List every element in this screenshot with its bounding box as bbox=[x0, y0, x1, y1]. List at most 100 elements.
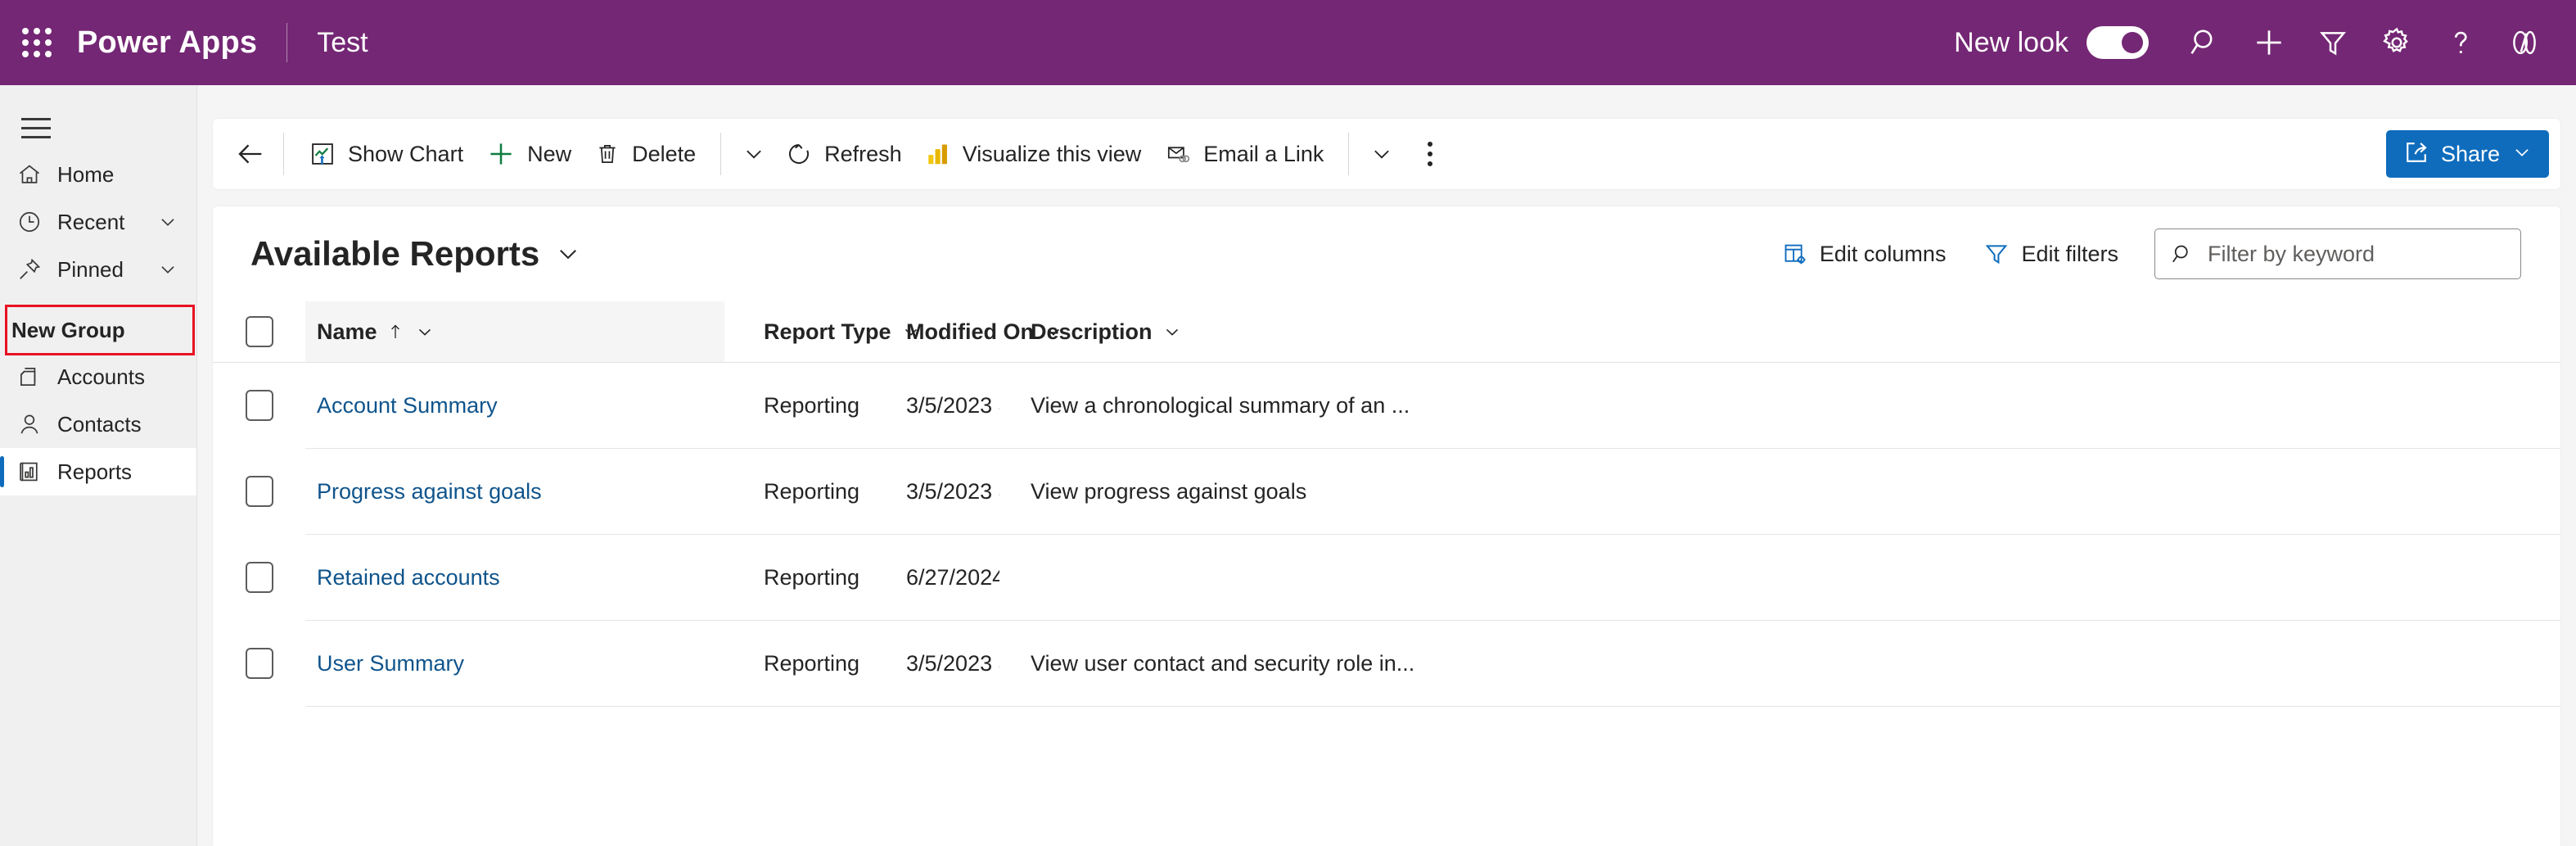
delete-chevron-down-icon[interactable] bbox=[734, 129, 774, 179]
contact-icon bbox=[11, 411, 47, 437]
delete-label: Delete bbox=[632, 142, 696, 167]
sidebar-item-label: Contacts bbox=[57, 412, 142, 437]
cell-description: View user contact and security role in..… bbox=[999, 621, 2560, 707]
command-bar: Show Chart New Delete bbox=[213, 119, 2560, 189]
report-name-link[interactable]: User Summary bbox=[317, 651, 464, 676]
search-input-wrapper[interactable] bbox=[2154, 228, 2521, 279]
sidebar: Home Recent Pinned New Group bbox=[0, 85, 197, 846]
delete-button[interactable]: Delete bbox=[583, 129, 707, 179]
column-header-name[interactable]: Name bbox=[305, 301, 724, 363]
chevron-down-icon[interactable] bbox=[157, 211, 178, 233]
row-checkbox[interactable] bbox=[246, 476, 273, 507]
chevron-down-icon[interactable] bbox=[554, 240, 582, 268]
column-header-description[interactable]: Description bbox=[999, 301, 2560, 363]
hamburger-menu-icon[interactable] bbox=[13, 105, 59, 151]
sidebar-item-home[interactable]: Home bbox=[0, 151, 196, 198]
cell-report-type: Reporting Se... bbox=[724, 363, 864, 449]
row-checkbox-cell bbox=[213, 621, 305, 707]
table-row[interactable]: Retained accounts Reporting Se... 6/27/2… bbox=[213, 535, 2560, 621]
table-row[interactable]: Progress against goals Reporting Se... 3… bbox=[213, 449, 2560, 535]
cell-modified-on: 3/5/2023 8:58 ... bbox=[864, 363, 999, 449]
view-actions: Edit columns Edit filters bbox=[1757, 228, 2521, 279]
edit-filters-button[interactable]: Edit filters bbox=[1970, 231, 2132, 277]
share-button[interactable]: Share bbox=[2386, 130, 2549, 178]
email-chevron-down-icon[interactable] bbox=[1362, 129, 1401, 179]
arrow-up-icon bbox=[386, 321, 405, 342]
search-input[interactable] bbox=[2208, 242, 2506, 267]
refresh-icon bbox=[785, 140, 813, 168]
edit-columns-button[interactable]: Edit columns bbox=[1769, 231, 1960, 277]
sidebar-item-recent[interactable]: Recent bbox=[0, 198, 196, 246]
cell-report-type: Reporting Se... bbox=[724, 449, 864, 535]
app-launcher-icon[interactable] bbox=[18, 24, 56, 61]
cell-modified-on: 3/5/2023 8:58 ... bbox=[864, 449, 999, 535]
edit-columns-icon bbox=[1782, 241, 1808, 267]
pin-icon bbox=[11, 256, 47, 283]
share-label: Share bbox=[2441, 142, 2500, 167]
powerbi-icon bbox=[925, 140, 951, 168]
header-divider bbox=[286, 23, 287, 62]
sidebar-item-reports[interactable]: Reports bbox=[0, 448, 196, 495]
refresh-label: Refresh bbox=[824, 142, 902, 167]
email-a-link-button[interactable]: Email a Link bbox=[1153, 129, 1335, 179]
report-name-link[interactable]: Account Summary bbox=[317, 393, 498, 418]
visualize-this-view-button[interactable]: Visualize this view bbox=[914, 129, 1153, 179]
sidebar-item-accounts[interactable]: Accounts bbox=[0, 353, 196, 400]
table-header-row: Name bbox=[213, 301, 2560, 363]
edit-columns-label: Edit columns bbox=[1820, 242, 1947, 267]
help-icon[interactable] bbox=[2429, 11, 2493, 75]
command-separator bbox=[1348, 133, 1349, 175]
cell-name: Progress against goals bbox=[305, 449, 724, 535]
cell-description: View a chronological summary of an ... bbox=[999, 363, 2560, 449]
page-title[interactable]: Available Reports bbox=[250, 234, 539, 274]
search-icon bbox=[2170, 242, 2195, 266]
show-chart-button[interactable]: Show Chart bbox=[297, 129, 475, 179]
cell-report-type: Reporting Se... bbox=[724, 535, 864, 621]
row-checkbox[interactable] bbox=[246, 390, 273, 421]
sidebar-item-pinned[interactable]: Pinned bbox=[0, 246, 196, 293]
reports-icon bbox=[11, 459, 47, 485]
sidebar-item-contacts[interactable]: Contacts bbox=[0, 400, 196, 448]
new-button[interactable]: New bbox=[475, 129, 583, 179]
report-name-link[interactable]: Progress against goals bbox=[317, 479, 542, 504]
sidebar-item-label: Home bbox=[57, 162, 114, 188]
gear-icon[interactable] bbox=[2365, 11, 2429, 75]
table-header: Name bbox=[213, 301, 2560, 363]
reports-table: Name bbox=[213, 301, 2560, 707]
grid-card: Available Reports Edit bbox=[213, 206, 2560, 846]
more-vertical-icon[interactable] bbox=[1408, 129, 1452, 179]
table-row[interactable]: User Summary Reporting Se... 3/5/2023 8:… bbox=[213, 621, 2560, 707]
header-actions: New look bbox=[1954, 0, 2576, 85]
sidebar-item-label: Pinned bbox=[57, 257, 124, 283]
command-separator bbox=[720, 133, 721, 175]
new-look-toggle[interactable] bbox=[2087, 26, 2149, 59]
select-all-checkbox[interactable] bbox=[246, 316, 273, 347]
new-label: New bbox=[527, 142, 571, 167]
chevron-down-icon[interactable] bbox=[157, 259, 178, 280]
filter-icon[interactable] bbox=[2301, 11, 2365, 75]
sidebar-group-title: New Group bbox=[0, 293, 196, 353]
row-checkbox[interactable] bbox=[246, 648, 273, 679]
chevron-down-icon[interactable] bbox=[415, 322, 435, 342]
chevron-down-icon[interactable] bbox=[1162, 322, 1182, 342]
command-separator bbox=[283, 133, 284, 175]
back-arrow-icon[interactable] bbox=[231, 129, 270, 179]
table-row[interactable]: Account Summary Reporting Se... 3/5/2023… bbox=[213, 363, 2560, 449]
avatar-icon[interactable] bbox=[2493, 11, 2556, 75]
plus-icon[interactable] bbox=[2237, 11, 2301, 75]
chevron-down-icon[interactable] bbox=[2511, 142, 2533, 167]
column-header-report-type[interactable]: Report Type bbox=[724, 301, 864, 363]
share-icon bbox=[2402, 138, 2430, 170]
search-icon[interactable] bbox=[2173, 11, 2237, 75]
refresh-button[interactable]: Refresh bbox=[774, 129, 914, 179]
brand-name[interactable]: Power Apps bbox=[77, 25, 257, 61]
email-a-link-label: Email a Link bbox=[1203, 142, 1324, 167]
row-checkbox-cell bbox=[213, 363, 305, 449]
select-all-header bbox=[213, 301, 305, 363]
trash-icon bbox=[594, 141, 620, 167]
environment-name[interactable]: Test bbox=[317, 27, 368, 59]
clock-icon bbox=[11, 209, 47, 235]
column-header-label: Description bbox=[1031, 319, 1153, 345]
row-checkbox[interactable] bbox=[246, 562, 273, 593]
report-name-link[interactable]: Retained accounts bbox=[317, 565, 500, 590]
